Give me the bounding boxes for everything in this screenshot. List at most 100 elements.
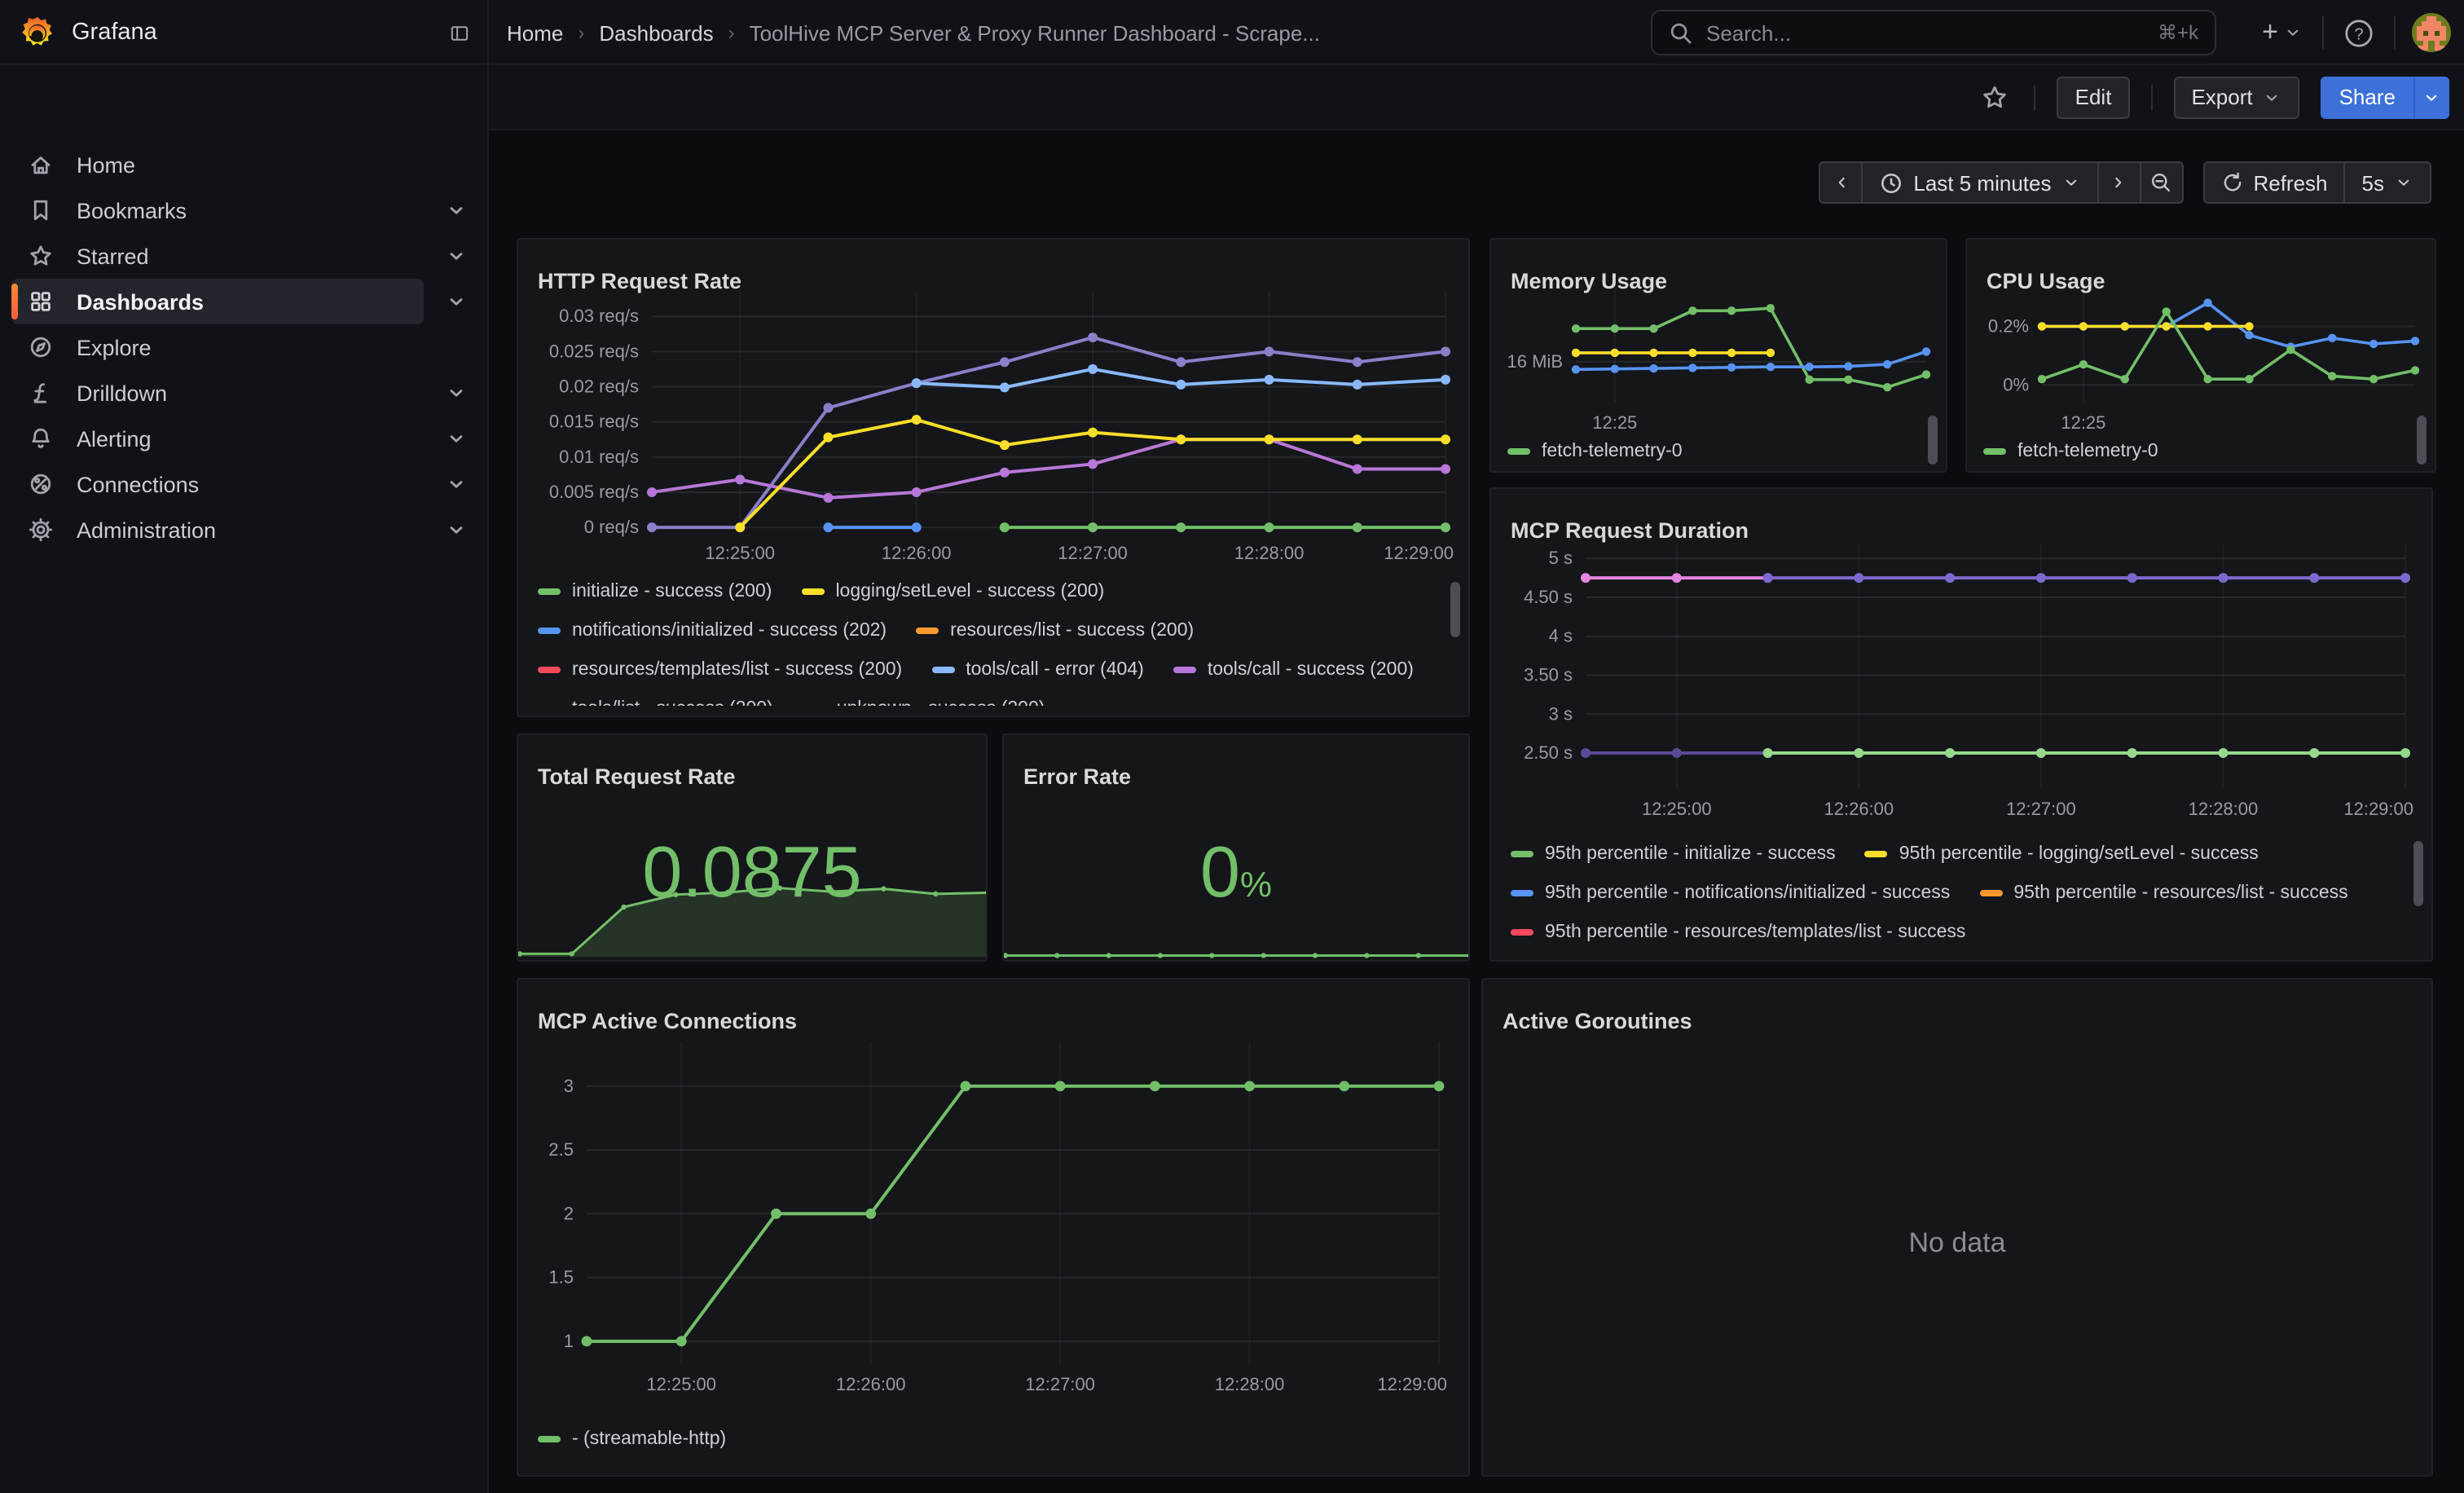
legend-label: resources/list - success (200) <box>950 621 1194 641</box>
legend-item[interactable]: 95th percentile - logging/setLevel - suc… <box>1865 838 2259 870</box>
legend-label: tools/list - success (200) <box>572 699 773 706</box>
search-icon <box>1669 20 1693 45</box>
panel-active-goroutines: Active Goroutines No data <box>1481 978 2433 1477</box>
export-button[interactable]: Export <box>2173 76 2299 118</box>
panel-mcp-request-duration: MCP Request Duration 5 s4.50 s4 s3.50 s3… <box>1489 487 2433 962</box>
time-shift-back-button[interactable] <box>1819 161 1863 204</box>
legend-item[interactable]: - (streamable-http) <box>538 1423 726 1456</box>
sidebar-item-explore[interactable]: Explore <box>11 324 424 370</box>
favorite-star-button[interactable] <box>1978 79 2013 115</box>
breadcrumb-dashboards[interactable]: Dashboards <box>599 20 713 45</box>
legend-item[interactable]: tools/call - error (404) <box>931 654 1144 686</box>
star-icon <box>1981 82 2010 112</box>
zoom-out-icon <box>2149 171 2172 194</box>
edit-button[interactable]: Edit <box>2057 76 2130 118</box>
legend-item[interactable]: 95th percentile - resources/list - succe… <box>1979 877 2347 909</box>
add-button[interactable]: + <box>2259 16 2306 49</box>
chevron-down-icon <box>2263 87 2282 107</box>
panel-left-icon <box>450 19 469 46</box>
search-placeholder: Search... <box>1706 20 2145 45</box>
chevron-down-icon[interactable] <box>443 243 469 269</box>
legend-item[interactable]: fetch-telemetry-0 <box>1983 435 2158 468</box>
legend-item[interactable]: fetch-telemetry-0 <box>1507 435 1683 468</box>
avatar[interactable] <box>2412 13 2451 52</box>
share-button[interactable]: Share <box>2321 76 2413 118</box>
legend-item[interactable]: unknown - success (200) <box>803 693 1045 706</box>
legend-item[interactable]: tools/call - success (200) <box>1173 654 1414 686</box>
chevron-down-icon[interactable] <box>443 471 469 497</box>
svg-text:0.01 req/s: 0.01 req/s <box>559 447 639 467</box>
search-input[interactable]: Search... ⌘+k <box>1651 10 2216 55</box>
time-range-picker[interactable]: Last 5 minutes <box>1861 161 2098 204</box>
legend-item[interactable]: logging/setLevel - success (200) <box>801 575 1104 608</box>
panel-error-rate: Error Rate 0% <box>1002 733 1470 962</box>
legend-scrollbar[interactable] <box>2417 416 2427 465</box>
svg-text:3.50 s: 3.50 s <box>1524 665 1573 685</box>
svg-text:12:26:00: 12:26:00 <box>1824 799 1894 819</box>
sidebar-toggle-button[interactable] <box>440 13 479 52</box>
legend-item[interactable]: 95th percentile - initialize - success <box>1511 838 1836 870</box>
sidebar-item-connections[interactable]: Connections <box>11 461 424 507</box>
chevron-down-icon[interactable] <box>443 288 469 315</box>
sidebar-item-starred[interactable]: Starred <box>11 233 424 279</box>
topbar-actions: + ? <box>2259 0 2451 65</box>
legend-item[interactable]: 95th percentile - resources/templates/li… <box>1511 916 1965 949</box>
chevron-down-icon[interactable] <box>443 517 469 543</box>
svg-text:3 s: 3 s <box>1549 703 1573 724</box>
sidebar-item-dashboards[interactable]: Dashboards <box>11 279 424 324</box>
legend-scrollbar[interactable] <box>2413 841 2423 906</box>
divider <box>2150 84 2152 110</box>
legend-item[interactable]: resources/templates/list - success (200) <box>538 654 902 686</box>
svg-text:12:28:00: 12:28:00 <box>2189 799 2259 819</box>
share-menu-button[interactable] <box>2413 76 2449 118</box>
svg-text:1.5: 1.5 <box>548 1267 574 1288</box>
sidebar-item-drilldown[interactable]: Drilldown <box>11 370 424 416</box>
chevron-down-icon[interactable] <box>443 380 469 406</box>
legend-item[interactable]: resources/list - success (200) <box>916 614 1194 647</box>
refresh-interval-picker[interactable]: 5s <box>2344 161 2431 204</box>
divider <box>2322 16 2324 49</box>
svg-text:12:29:00: 12:29:00 <box>1377 1374 1447 1394</box>
breadcrumb: Home › Dashboards › ToolHive MCP Server … <box>507 0 1320 65</box>
legend-swatch <box>1511 929 1533 936</box>
legend-item[interactable]: tools/list - success (200) <box>538 693 773 706</box>
svg-text:2.50 s: 2.50 s <box>1524 742 1573 763</box>
sidebar-item-alerting[interactable]: Alerting <box>11 416 424 461</box>
divider <box>2394 16 2396 49</box>
legend-swatch <box>1983 448 2006 455</box>
legend-label: tools/call - error (404) <box>966 660 1144 680</box>
svg-text:4.50 s: 4.50 s <box>1524 587 1573 607</box>
legend-label: 95th percentile - initialize - success <box>1545 844 1836 864</box>
panel-title[interactable]: Error Rate <box>1023 764 1131 789</box>
panel-title[interactable]: Active Goroutines <box>1503 1009 1692 1033</box>
chevron-left-icon <box>1831 173 1850 192</box>
brand: Grafana <box>0 0 489 65</box>
sidebar-item-administration[interactable]: Administration <box>11 507 424 553</box>
legend-scrollbar[interactable] <box>1450 582 1460 637</box>
chevron-down-icon[interactable] <box>443 425 469 451</box>
chevron-down-icon <box>2394 173 2413 192</box>
time-shift-forward-button[interactable] <box>2097 161 2141 204</box>
stat-value: 0.0875 <box>518 836 986 911</box>
svg-text:12:28:00: 12:28:00 <box>1215 1374 1285 1394</box>
sidebar-item-home[interactable]: Home <box>11 142 424 187</box>
legend-item[interactable]: notifications/initialized - success (202… <box>538 614 887 647</box>
chevron-down-icon[interactable] <box>443 197 469 223</box>
svg-text:12:25:00: 12:25:00 <box>646 1374 716 1394</box>
breadcrumb-home[interactable]: Home <box>507 20 563 45</box>
refresh-button[interactable]: Refresh <box>2202 161 2345 204</box>
svg-text:12:26:00: 12:26:00 <box>836 1374 906 1394</box>
share-button-group: Share <box>2321 76 2449 118</box>
legend-label: 95th percentile - resources/list - succe… <box>2013 883 2347 903</box>
legend-item[interactable]: initialize - success (200) <box>538 575 772 608</box>
breadcrumb-separator: › <box>578 21 584 44</box>
svg-text:?: ? <box>2354 24 2363 42</box>
chevron-down-icon <box>2422 87 2441 107</box>
zoom-out-button[interactable] <box>2139 161 2183 204</box>
legend-scrollbar[interactable] <box>1928 416 1938 465</box>
panel-title[interactable]: Total Request Rate <box>538 764 736 789</box>
sidebar-item-bookmarks[interactable]: Bookmarks <box>11 187 424 233</box>
help-button[interactable]: ? <box>2340 14 2378 51</box>
legend-label: 95th percentile - resources/templates/li… <box>1545 923 1965 942</box>
legend-item[interactable]: 95th percentile - notifications/initiali… <box>1511 877 1950 909</box>
